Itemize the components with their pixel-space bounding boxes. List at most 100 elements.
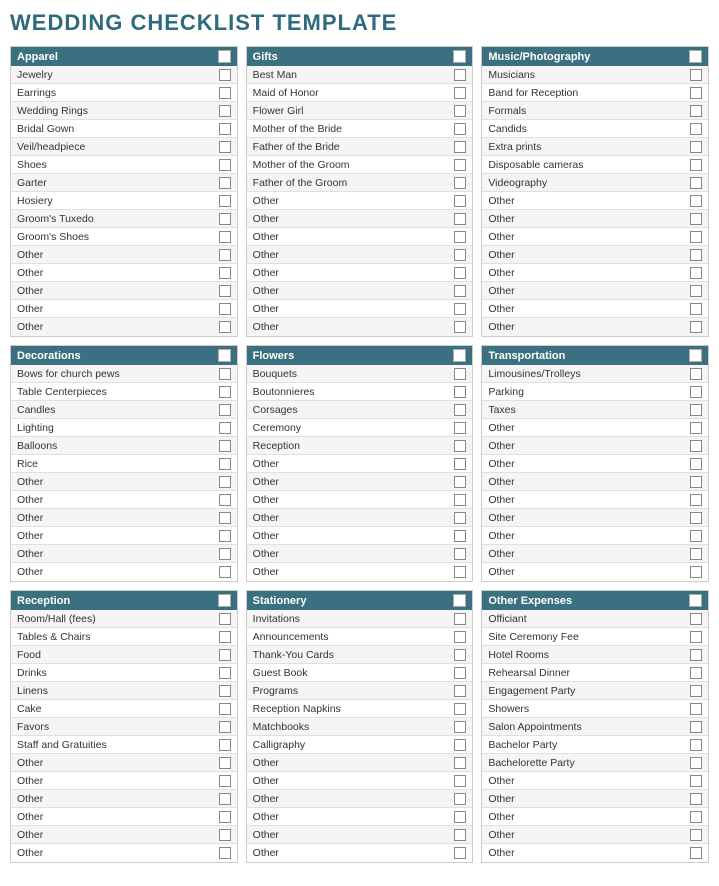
row-checkbox-apparel-12[interactable]	[219, 285, 231, 297]
row-checkbox-stationery-0[interactable]	[454, 613, 466, 625]
row-checkbox-other-expenses-11[interactable]	[690, 811, 702, 823]
row-checkbox-music-photography-8[interactable]	[690, 213, 702, 225]
row-checkbox-reception-3[interactable]	[219, 667, 231, 679]
row-checkbox-reception-13[interactable]	[219, 847, 231, 859]
row-checkbox-flowers-8[interactable]	[454, 512, 466, 524]
row-checkbox-stationery-11[interactable]	[454, 811, 466, 823]
row-checkbox-reception-8[interactable]	[219, 757, 231, 769]
row-checkbox-reception-7[interactable]	[219, 739, 231, 751]
section-checkbox-music-photography[interactable]	[689, 50, 702, 63]
row-checkbox-gifts-6[interactable]	[454, 177, 466, 189]
row-checkbox-transportation-7[interactable]	[690, 494, 702, 506]
row-checkbox-apparel-0[interactable]	[219, 69, 231, 81]
row-checkbox-music-photography-2[interactable]	[690, 105, 702, 117]
row-checkbox-apparel-5[interactable]	[219, 159, 231, 171]
row-checkbox-stationery-8[interactable]	[454, 757, 466, 769]
row-checkbox-stationery-5[interactable]	[454, 703, 466, 715]
row-checkbox-music-photography-10[interactable]	[690, 249, 702, 261]
row-checkbox-gifts-10[interactable]	[454, 249, 466, 261]
row-checkbox-other-expenses-8[interactable]	[690, 757, 702, 769]
row-checkbox-apparel-8[interactable]	[219, 213, 231, 225]
row-checkbox-flowers-2[interactable]	[454, 404, 466, 416]
row-checkbox-flowers-11[interactable]	[454, 566, 466, 578]
row-checkbox-gifts-3[interactable]	[454, 123, 466, 135]
row-checkbox-gifts-8[interactable]	[454, 213, 466, 225]
row-checkbox-apparel-9[interactable]	[219, 231, 231, 243]
row-checkbox-apparel-6[interactable]	[219, 177, 231, 189]
row-checkbox-gifts-7[interactable]	[454, 195, 466, 207]
row-checkbox-stationery-4[interactable]	[454, 685, 466, 697]
row-checkbox-decorations-1[interactable]	[219, 386, 231, 398]
row-checkbox-gifts-1[interactable]	[454, 87, 466, 99]
row-checkbox-apparel-2[interactable]	[219, 105, 231, 117]
row-checkbox-stationery-13[interactable]	[454, 847, 466, 859]
row-checkbox-music-photography-12[interactable]	[690, 285, 702, 297]
row-checkbox-stationery-7[interactable]	[454, 739, 466, 751]
row-checkbox-gifts-12[interactable]	[454, 285, 466, 297]
section-checkbox-gifts[interactable]	[453, 50, 466, 63]
row-checkbox-transportation-1[interactable]	[690, 386, 702, 398]
row-checkbox-reception-1[interactable]	[219, 631, 231, 643]
row-checkbox-music-photography-7[interactable]	[690, 195, 702, 207]
row-checkbox-stationery-6[interactable]	[454, 721, 466, 733]
row-checkbox-stationery-10[interactable]	[454, 793, 466, 805]
row-checkbox-decorations-10[interactable]	[219, 548, 231, 560]
row-checkbox-apparel-11[interactable]	[219, 267, 231, 279]
row-checkbox-reception-2[interactable]	[219, 649, 231, 661]
row-checkbox-decorations-4[interactable]	[219, 440, 231, 452]
row-checkbox-reception-10[interactable]	[219, 793, 231, 805]
row-checkbox-transportation-2[interactable]	[690, 404, 702, 416]
row-checkbox-music-photography-1[interactable]	[690, 87, 702, 99]
row-checkbox-music-photography-4[interactable]	[690, 141, 702, 153]
section-checkbox-apparel[interactable]	[218, 50, 231, 63]
row-checkbox-other-expenses-1[interactable]	[690, 631, 702, 643]
row-checkbox-decorations-9[interactable]	[219, 530, 231, 542]
section-checkbox-other-expenses[interactable]	[689, 594, 702, 607]
row-checkbox-decorations-5[interactable]	[219, 458, 231, 470]
row-checkbox-apparel-13[interactable]	[219, 303, 231, 315]
row-checkbox-other-expenses-10[interactable]	[690, 793, 702, 805]
row-checkbox-other-expenses-4[interactable]	[690, 685, 702, 697]
row-checkbox-apparel-3[interactable]	[219, 123, 231, 135]
row-checkbox-other-expenses-9[interactable]	[690, 775, 702, 787]
row-checkbox-reception-12[interactable]	[219, 829, 231, 841]
row-checkbox-gifts-11[interactable]	[454, 267, 466, 279]
row-checkbox-gifts-4[interactable]	[454, 141, 466, 153]
row-checkbox-music-photography-13[interactable]	[690, 303, 702, 315]
row-checkbox-gifts-2[interactable]	[454, 105, 466, 117]
row-checkbox-transportation-0[interactable]	[690, 368, 702, 380]
row-checkbox-music-photography-5[interactable]	[690, 159, 702, 171]
row-checkbox-flowers-4[interactable]	[454, 440, 466, 452]
row-checkbox-apparel-4[interactable]	[219, 141, 231, 153]
row-checkbox-music-photography-6[interactable]	[690, 177, 702, 189]
row-checkbox-transportation-9[interactable]	[690, 530, 702, 542]
row-checkbox-reception-11[interactable]	[219, 811, 231, 823]
row-checkbox-other-expenses-6[interactable]	[690, 721, 702, 733]
row-checkbox-decorations-3[interactable]	[219, 422, 231, 434]
row-checkbox-stationery-2[interactable]	[454, 649, 466, 661]
row-checkbox-apparel-7[interactable]	[219, 195, 231, 207]
row-checkbox-flowers-6[interactable]	[454, 476, 466, 488]
row-checkbox-apparel-1[interactable]	[219, 87, 231, 99]
row-checkbox-flowers-7[interactable]	[454, 494, 466, 506]
row-checkbox-transportation-10[interactable]	[690, 548, 702, 560]
row-checkbox-flowers-9[interactable]	[454, 530, 466, 542]
section-checkbox-decorations[interactable]	[218, 349, 231, 362]
row-checkbox-gifts-13[interactable]	[454, 303, 466, 315]
row-checkbox-other-expenses-12[interactable]	[690, 829, 702, 841]
row-checkbox-transportation-3[interactable]	[690, 422, 702, 434]
row-checkbox-transportation-11[interactable]	[690, 566, 702, 578]
row-checkbox-music-photography-3[interactable]	[690, 123, 702, 135]
row-checkbox-other-expenses-13[interactable]	[690, 847, 702, 859]
section-checkbox-stationery[interactable]	[453, 594, 466, 607]
row-checkbox-flowers-5[interactable]	[454, 458, 466, 470]
row-checkbox-reception-6[interactable]	[219, 721, 231, 733]
row-checkbox-gifts-0[interactable]	[454, 69, 466, 81]
row-checkbox-decorations-7[interactable]	[219, 494, 231, 506]
row-checkbox-stationery-9[interactable]	[454, 775, 466, 787]
row-checkbox-transportation-4[interactable]	[690, 440, 702, 452]
row-checkbox-apparel-14[interactable]	[219, 321, 231, 333]
section-checkbox-reception[interactable]	[218, 594, 231, 607]
row-checkbox-other-expenses-2[interactable]	[690, 649, 702, 661]
row-checkbox-music-photography-11[interactable]	[690, 267, 702, 279]
